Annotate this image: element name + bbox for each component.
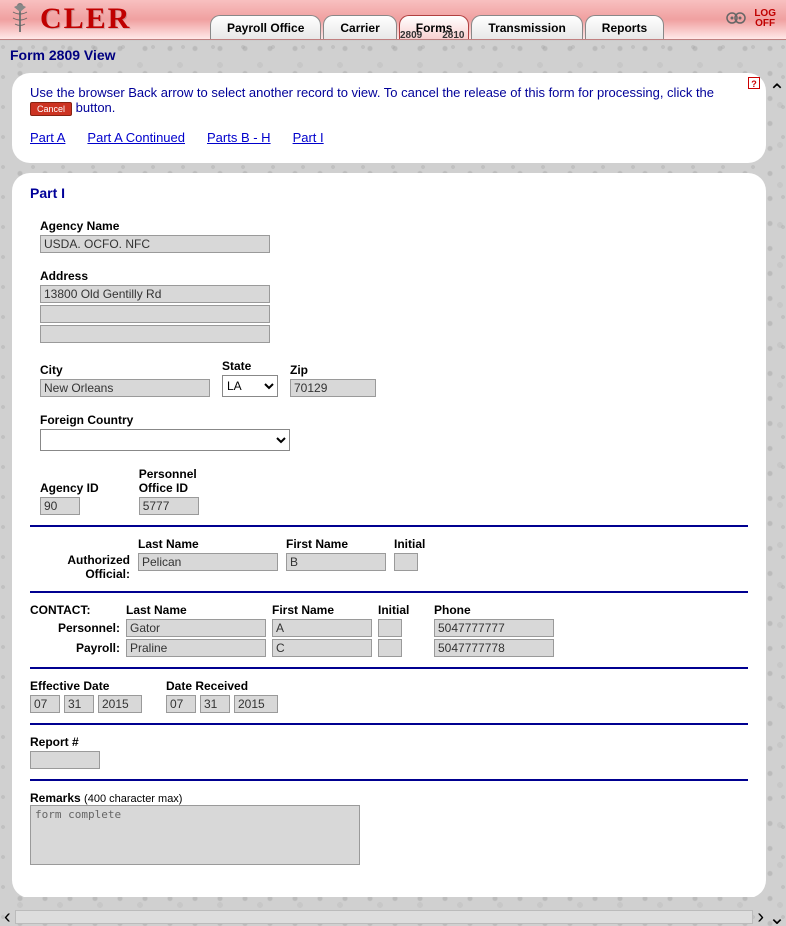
topbar: CLER Payroll Office Carrier Forms Transm… — [0, 0, 786, 40]
pay-first-field[interactable]: C — [272, 639, 372, 657]
gear-icon[interactable] — [726, 9, 746, 30]
c-last-label: Last Name — [126, 603, 266, 617]
divider — [30, 667, 748, 669]
cancel-button[interactable]: Cancel — [30, 102, 72, 116]
instr-pre: Use the browser Back arrow to select ano… — [30, 85, 714, 100]
anchor-parts-b-h[interactable]: Parts B - H — [207, 130, 271, 145]
scroll-up-icon[interactable]: ⌃ — [769, 85, 786, 99]
part-i-box: Part I Agency Name USDA. OCFO. NFC Addre… — [12, 173, 766, 897]
page-title: Form 2809 View — [0, 41, 786, 69]
address1-field[interactable]: 13800 Old Gentilly Rd — [40, 285, 270, 303]
auth-label-l2: Official: — [30, 567, 130, 581]
instruction-text: Use the browser Back arrow to select ano… — [30, 85, 714, 115]
anchor-part-i[interactable]: Part I — [293, 130, 324, 145]
recv-mm[interactable]: 07 — [166, 695, 196, 713]
c-init-label: Initial — [378, 603, 428, 617]
auth-init-label: Initial — [394, 537, 425, 551]
zip-label: Zip — [290, 363, 376, 377]
eff-yy[interactable]: 2015 — [98, 695, 142, 713]
logo-text: CLER — [40, 2, 131, 36]
pers-first-field[interactable]: A — [272, 619, 372, 637]
instr-post: button. — [76, 100, 116, 115]
pers-init-field[interactable] — [378, 619, 402, 637]
part-i-title: Part I — [30, 185, 748, 201]
zip-field[interactable]: 70129 — [290, 379, 376, 397]
anchor-part-a[interactable]: Part A — [30, 130, 65, 145]
right-controls: LOG OFF — [726, 0, 786, 39]
anchors: Part A Part A Continued Parts B - H Part… — [30, 130, 748, 145]
scroll-down-icon[interactable]: ⌄ — [769, 911, 786, 925]
scroll-area: ? Use the browser Back arrow to select a… — [4, 69, 770, 897]
divider — [30, 591, 748, 593]
recv-dd[interactable]: 31 — [200, 695, 230, 713]
logo-area: CLER — [0, 0, 210, 39]
auth-first-label: First Name — [286, 537, 386, 551]
c-phone-label: Phone — [434, 603, 554, 617]
poi-field[interactable]: 5777 — [139, 497, 199, 515]
anchor-part-a-cont[interactable]: Part A Continued — [87, 130, 185, 145]
poi-label-l1: Personnel — [139, 467, 199, 481]
pay-phone-field[interactable]: 5047777778 — [434, 639, 554, 657]
agency-id-label: Agency ID — [40, 481, 99, 495]
c-first-label: First Name — [272, 603, 372, 617]
instruction-box: ? Use the browser Back arrow to select a… — [12, 73, 766, 163]
contact-grid: CONTACT: Last Name First Name Initial Ph… — [30, 603, 748, 657]
eff-date-label: Effective Date — [30, 679, 142, 693]
remarks-textarea[interactable] — [30, 805, 360, 865]
tab-payroll-office[interactable]: Payroll Office — [210, 15, 321, 39]
vertical-scroll[interactable]: ⌃ ⌄ — [770, 85, 784, 925]
address3-field[interactable] — [40, 325, 270, 343]
divider — [30, 779, 748, 781]
tab-reports[interactable]: Reports — [585, 15, 664, 39]
divider — [30, 723, 748, 725]
scroll-right-icon[interactable]: › — [755, 910, 766, 924]
horizontal-scroll[interactable]: ‹ › — [2, 908, 766, 926]
city-field[interactable]: New Orleans — [40, 379, 210, 397]
recv-date-label: Date Received — [166, 679, 278, 693]
personnel-label: Personnel: — [30, 621, 120, 635]
contact-label: CONTACT: — [30, 603, 120, 617]
city-label: City — [40, 363, 210, 377]
logoff-button[interactable]: LOG OFF — [754, 9, 776, 29]
pay-init-field[interactable] — [378, 639, 402, 657]
divider — [30, 525, 748, 527]
pay-last-field[interactable]: Praline — [126, 639, 266, 657]
report-label: Report # — [30, 735, 110, 749]
auth-last-field[interactable]: Pelican — [138, 553, 278, 571]
poi-label-l2: Office ID — [139, 481, 199, 495]
hscroll-track[interactable] — [15, 910, 754, 924]
report-field[interactable] — [30, 751, 100, 769]
logoff-l2: OFF — [754, 19, 776, 29]
scroll-left-icon[interactable]: ‹ — [2, 910, 13, 924]
auth-last-label: Last Name — [138, 537, 278, 551]
agency-id-field[interactable]: 90 — [40, 497, 80, 515]
tab-carrier[interactable]: Carrier — [323, 15, 396, 39]
remarks-hint: (400 character max) — [84, 793, 182, 805]
eff-dd[interactable]: 31 — [64, 695, 94, 713]
agency-name-label: Agency Name — [40, 219, 748, 233]
auth-first-field[interactable]: B — [286, 553, 386, 571]
state-label: State — [222, 359, 278, 373]
state-select[interactable]: LA — [222, 375, 278, 397]
auth-init-field[interactable] — [394, 553, 418, 571]
help-icon[interactable]: ? — [748, 77, 760, 89]
caduceus-icon — [6, 1, 34, 37]
eff-mm[interactable]: 07 — [30, 695, 60, 713]
tab-transmission[interactable]: Transmission — [471, 15, 582, 39]
payroll-label: Payroll: — [30, 641, 120, 655]
address2-field[interactable] — [40, 305, 270, 323]
viewport: Form 2809 View ? Use the browser Back ar… — [0, 40, 786, 926]
remarks-label: Remarks — [30, 791, 81, 805]
foreign-label: Foreign Country — [40, 413, 748, 427]
pers-phone-field[interactable]: 5047777777 — [434, 619, 554, 637]
auth-label-l1: Authorized — [30, 553, 130, 567]
recv-yy[interactable]: 2015 — [234, 695, 278, 713]
pers-last-field[interactable]: Gator — [126, 619, 266, 637]
address-label: Address — [40, 269, 748, 283]
agency-name-field[interactable]: USDA. OCFO. NFC — [40, 235, 270, 253]
foreign-select[interactable] — [40, 429, 290, 451]
